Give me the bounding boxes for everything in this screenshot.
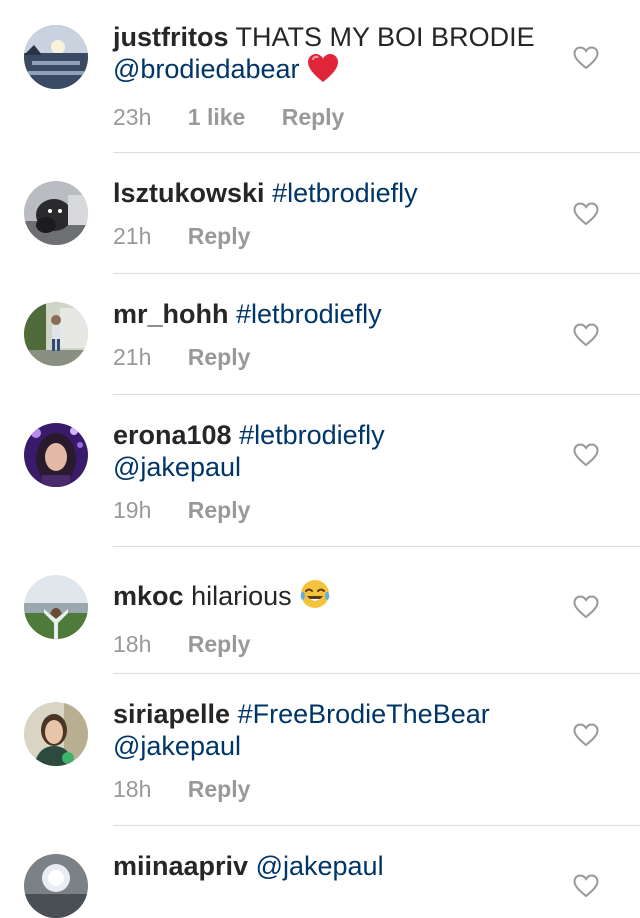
avatar[interactable] — [24, 302, 88, 366]
comment-text: siriapelle #FreeBrodieTheBear @jakepaul — [113, 698, 553, 762]
comment-timestamp: 19h — [113, 497, 152, 523]
comment-text: erona108 #letbrodiefly @jakepaul — [113, 419, 553, 483]
comment-like-count[interactable]: 1 like — [188, 104, 246, 131]
avatar[interactable] — [24, 181, 88, 245]
divider — [113, 825, 640, 826]
reply-button[interactable]: Reply — [188, 776, 251, 803]
comment-meta: 21h Reply — [113, 344, 553, 371]
red-heart-emoji — [307, 53, 339, 90]
comment-meta: 19h Reply — [113, 497, 553, 524]
comment-text: mr_hohh #letbrodiefly — [113, 298, 553, 330]
reply-button[interactable]: Reply — [282, 104, 345, 131]
comment-message: THATS MY BOI BRODIE — [235, 22, 535, 52]
reply-button[interactable]: Reply — [188, 631, 251, 658]
comment-username[interactable]: mr_hohh — [113, 299, 229, 329]
comment-hashtag[interactable]: #letbrodiefly — [236, 299, 382, 329]
comment-text: mkoc hilarious — [113, 578, 553, 617]
comment-mention[interactable]: @jakepaul — [113, 452, 241, 482]
comment-hashtag[interactable]: #FreeBrodieTheBear — [238, 699, 490, 729]
reply-button[interactable]: Reply — [188, 344, 251, 371]
heart-outline-icon[interactable] — [573, 595, 599, 619]
comment-hashtag[interactable]: #letbrodiefly — [272, 178, 418, 208]
heart-outline-icon[interactable] — [573, 874, 599, 898]
divider — [113, 394, 640, 395]
avatar[interactable] — [24, 702, 88, 766]
comment-timestamp: 18h — [113, 776, 152, 802]
divider — [113, 273, 640, 274]
tears-of-joy-emoji — [299, 578, 331, 617]
comment-hashtag[interactable]: #letbrodiefly — [239, 420, 385, 450]
comment-timestamp: 21h — [113, 344, 152, 370]
reply-button[interactable]: Reply — [188, 497, 251, 524]
comment-username[interactable]: lsztukowski — [113, 178, 265, 208]
comment-username[interactable]: mkoc — [113, 581, 184, 611]
comment-username[interactable]: justfritos — [113, 22, 229, 52]
comment-timestamp: 18h — [113, 631, 152, 657]
comment-username[interactable]: miinaapriv — [113, 851, 248, 881]
comment-text: justfritos THATS MY BOI BRODIE @brodieda… — [113, 21, 553, 90]
heart-outline-icon[interactable] — [573, 443, 599, 467]
comment-username[interactable]: erona108 — [113, 420, 232, 450]
avatar[interactable] — [24, 423, 88, 487]
heart-outline-icon[interactable] — [573, 202, 599, 226]
comment-text: lsztukowski #letbrodiefly — [113, 177, 553, 209]
comment-mention[interactable]: @brodiedabear — [113, 54, 300, 84]
avatar[interactable] — [24, 25, 88, 89]
comment-message: hilarious — [191, 581, 300, 611]
comment-username[interactable]: siriapelle — [113, 699, 230, 729]
heart-outline-icon[interactable] — [573, 723, 599, 747]
avatar[interactable] — [24, 854, 88, 918]
comment-meta: 21h Reply — [113, 223, 553, 250]
comment-mention[interactable]: @jakepaul — [113, 731, 241, 761]
comment-timestamp: 21h — [113, 223, 152, 249]
avatar[interactable] — [24, 575, 88, 639]
comment-meta: 23h 1 like Reply — [113, 104, 553, 131]
reply-button[interactable]: Reply — [188, 223, 251, 250]
divider — [113, 152, 640, 153]
divider — [113, 673, 640, 674]
comment-meta: 18h Reply — [113, 776, 553, 803]
divider — [113, 546, 640, 547]
comment-mention[interactable]: @jakepaul — [256, 851, 384, 881]
comment-meta: 18h Reply — [113, 631, 553, 658]
heart-outline-icon[interactable] — [573, 46, 599, 70]
comment-text: miinaapriv @jakepaul — [113, 850, 553, 882]
comment-timestamp: 23h — [113, 104, 152, 130]
heart-outline-icon[interactable] — [573, 323, 599, 347]
